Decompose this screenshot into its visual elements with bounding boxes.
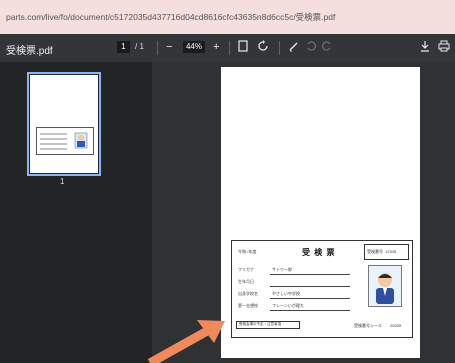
school-label: 出身学校名 (238, 291, 258, 296)
exam-value: フレーンいが理大 (272, 303, 304, 308)
pdf-page: 令和○年度 受 検 票 受検番号 12345 フリガナ サトウ一郎 生年月日 出… (221, 67, 420, 358)
field-line (270, 310, 350, 311)
page-count: / 1 (135, 42, 144, 51)
zoom-out-button[interactable]: − (166, 40, 172, 54)
id-value: 25209 (390, 323, 402, 328)
document-viewer[interactable]: 令和○年度 受 検 票 受検番号 12345 フリガナ サトウ一郎 生年月日 出… (152, 62, 455, 363)
page-thumbnail[interactable] (27, 72, 101, 176)
applicant-photo (368, 265, 402, 307)
birth-label: 生年月日 (238, 279, 254, 284)
thumbnail-page-number: 1 (60, 177, 65, 186)
zoom-input[interactable]: 44% (183, 41, 205, 53)
number-value: 12345 (385, 249, 397, 254)
card-title: 受 検 票 (302, 248, 336, 257)
document-title: 受検票.pdf (6, 46, 53, 57)
print-icon[interactable] (438, 40, 450, 56)
field-line (270, 298, 350, 299)
redo-icon[interactable] (322, 40, 333, 55)
download-icon[interactable] (420, 40, 430, 56)
name-value: サトウ一郎 (272, 267, 292, 272)
school-value: やさしい中学校 (272, 291, 300, 296)
fit-page-icon[interactable] (238, 40, 248, 56)
rotate-icon[interactable] (257, 40, 269, 56)
pdf-toolbar: 受検票.pdf 1 / 1 − 44% + (0, 34, 455, 62)
number-label: 受検番号 (367, 249, 383, 254)
address-bar[interactable]: parts.com/live/fo/document/c5172035d4377… (0, 0, 455, 34)
page-number-input[interactable]: 1 (117, 41, 130, 53)
toolbar-divider (229, 41, 230, 55)
card-header-label: 令和○年度 (238, 249, 257, 254)
zoom-in-button[interactable]: + (213, 40, 219, 54)
exam-number-box: 受検番号 12345 (364, 244, 409, 260)
exam-label: 第一志望校 (238, 303, 258, 308)
toolbar-divider (279, 41, 280, 55)
url-text[interactable]: parts.com/live/fo/document/c5172035d4377… (6, 11, 335, 23)
undo-icon[interactable] (305, 40, 316, 55)
footer-text: 受検会場の予定・注意事項 (239, 322, 281, 326)
field-line (270, 274, 350, 275)
thumbnail-sidebar: 1 (0, 62, 152, 363)
id-label: 受検番号シール (354, 323, 382, 328)
exam-ticket-card: 令和○年度 受 検 票 受検番号 12345 フリガナ サトウ一郎 生年月日 出… (231, 240, 413, 338)
toolbar-divider (157, 41, 158, 55)
name-label: フリガナ (238, 267, 254, 272)
footer-box: 受検会場の予定・注意事項 (236, 321, 300, 329)
field-line (270, 286, 350, 287)
draw-icon[interactable] (288, 40, 300, 56)
thumbnail-card-preview (36, 127, 94, 155)
